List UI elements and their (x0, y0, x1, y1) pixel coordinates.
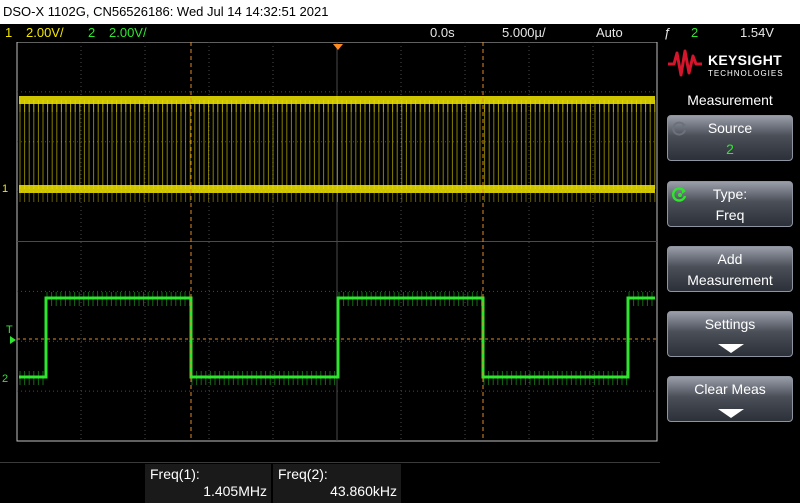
trigger-position-marker[interactable] (333, 44, 343, 50)
ch1-edges (19, 100, 656, 189)
ch1-number[interactable]: 1 (5, 24, 12, 41)
submenu-arrow-icon (718, 409, 744, 418)
settings-softkey[interactable]: Settings (667, 311, 793, 357)
add-label: Add (717, 251, 743, 267)
measurement-freq2[interactable]: Freq(2): 43.860kHz (273, 464, 401, 503)
logo-sub-text: TECHNOLOGIES (708, 69, 784, 78)
trigger-level[interactable]: 1.54V (740, 24, 774, 41)
measurement-value: 1.405MHz (203, 483, 267, 499)
softkey-panel: KEYSIGHT TECHNOLOGIES Measurement Source… (660, 42, 800, 503)
divider (0, 462, 660, 463)
add-measurement-softkey[interactable]: Add Measurement (667, 246, 793, 292)
trigger-mode[interactable]: Auto (596, 24, 623, 41)
trigger-level-arrow-icon (10, 336, 16, 344)
clear-meas-label: Clear Meas (694, 381, 766, 397)
keysight-wave-icon (668, 49, 702, 77)
measurement-label: Freq(2): (278, 466, 328, 482)
type-label: Type: (712, 186, 748, 202)
measurement-label: Measurement (687, 272, 773, 288)
source-softkey[interactable]: Source 2 (667, 115, 793, 161)
ch2-number[interactable]: 2 (88, 24, 95, 41)
keysight-logo: KEYSIGHT TECHNOLOGIES (666, 48, 796, 84)
time-offset[interactable]: 0.0s (430, 24, 455, 41)
ch1-scale[interactable]: 2.00V/ (26, 24, 64, 41)
trigger-level-marker[interactable]: T (6, 324, 13, 336)
waveform-display[interactable]: 1 2 T (0, 42, 660, 442)
time-scale[interactable]: 5.000µ/ (502, 24, 546, 41)
ch2-ground-marker[interactable]: 2 (2, 373, 8, 385)
submenu-arrow-icon (718, 344, 744, 353)
type-softkey[interactable]: Type: Freq (667, 181, 793, 227)
type-value: Freq (715, 207, 745, 223)
settings-label: Settings (704, 316, 756, 332)
source-label: Source (707, 120, 753, 136)
ch1-waveform (19, 96, 656, 202)
ch1-ground-marker[interactable]: 1 (2, 183, 8, 195)
ch2-scale[interactable]: 2.00V/ (109, 24, 147, 41)
title-bar: DSO-X 1102G, CN56526186: Wed Jul 14 14:3… (0, 0, 800, 24)
logo-brand-text: KEYSIGHT (708, 52, 782, 68)
measurement-bar: Freq(1): 1.405MHz Freq(2): 43.860kHz (0, 442, 660, 503)
menu-title: Measurement (687, 92, 773, 108)
clear-meas-softkey[interactable]: Clear Meas (667, 376, 793, 422)
measurement-label: Freq(1): (150, 466, 200, 482)
trigger-edge-icon: ƒ (664, 25, 672, 40)
measurement-value: 43.860kHz (330, 483, 397, 499)
ch2-trace (19, 296, 655, 379)
status-bar: 1 2.00V/ 2 2.00V/ 0.0s 5.000µ/ Auto ƒ 2 … (0, 24, 800, 41)
waveform-svg: 1 2 T (2, 42, 658, 442)
trigger-source[interactable]: 2 (691, 24, 698, 41)
source-value: 2 (726, 141, 734, 157)
measurement-freq1[interactable]: Freq(1): 1.405MHz (145, 464, 271, 503)
title-text: DSO-X 1102G, CN56526186: Wed Jul 14 14:3… (3, 4, 329, 19)
